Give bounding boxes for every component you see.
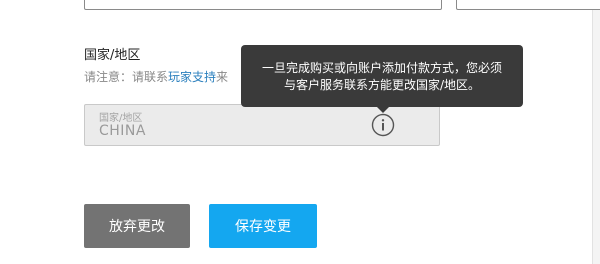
tooltip-line-1: 一旦完成购买或向账户添加付款方式，您必须: [261, 61, 502, 75]
top-input-field-right[interactable]: [456, 0, 600, 10]
country-field-value: CHINA: [99, 123, 146, 139]
top-input-field-left[interactable]: [84, 0, 442, 10]
info-icon[interactable]: [371, 113, 395, 137]
tooltip-line-2: 与客户服务联系方能更改国家/地区。: [283, 78, 481, 92]
tooltip-arrow: [376, 106, 390, 113]
discard-changes-button[interactable]: 放弃更改: [84, 204, 190, 248]
country-tooltip: 一旦完成购买或向账户添加付款方式，您必须 与客户服务联系方能更改国家/地区。: [241, 45, 523, 107]
country-field-caption: 国家/地区: [99, 113, 143, 124]
settings-card: 国家/地区 请注意：请联系玩家支持来 国家/地区 CHINA 一旦完成购买或向账…: [0, 0, 600, 264]
note-prefix: 请注意：请联系: [84, 70, 169, 84]
note-suffix: 来: [216, 70, 229, 84]
country-note: 请注意：请联系玩家支持来: [84, 68, 228, 85]
save-changes-button[interactable]: 保存变更: [209, 204, 317, 248]
player-support-link[interactable]: 玩家支持: [168, 70, 216, 84]
country-section-label: 国家/地区: [84, 48, 141, 63]
